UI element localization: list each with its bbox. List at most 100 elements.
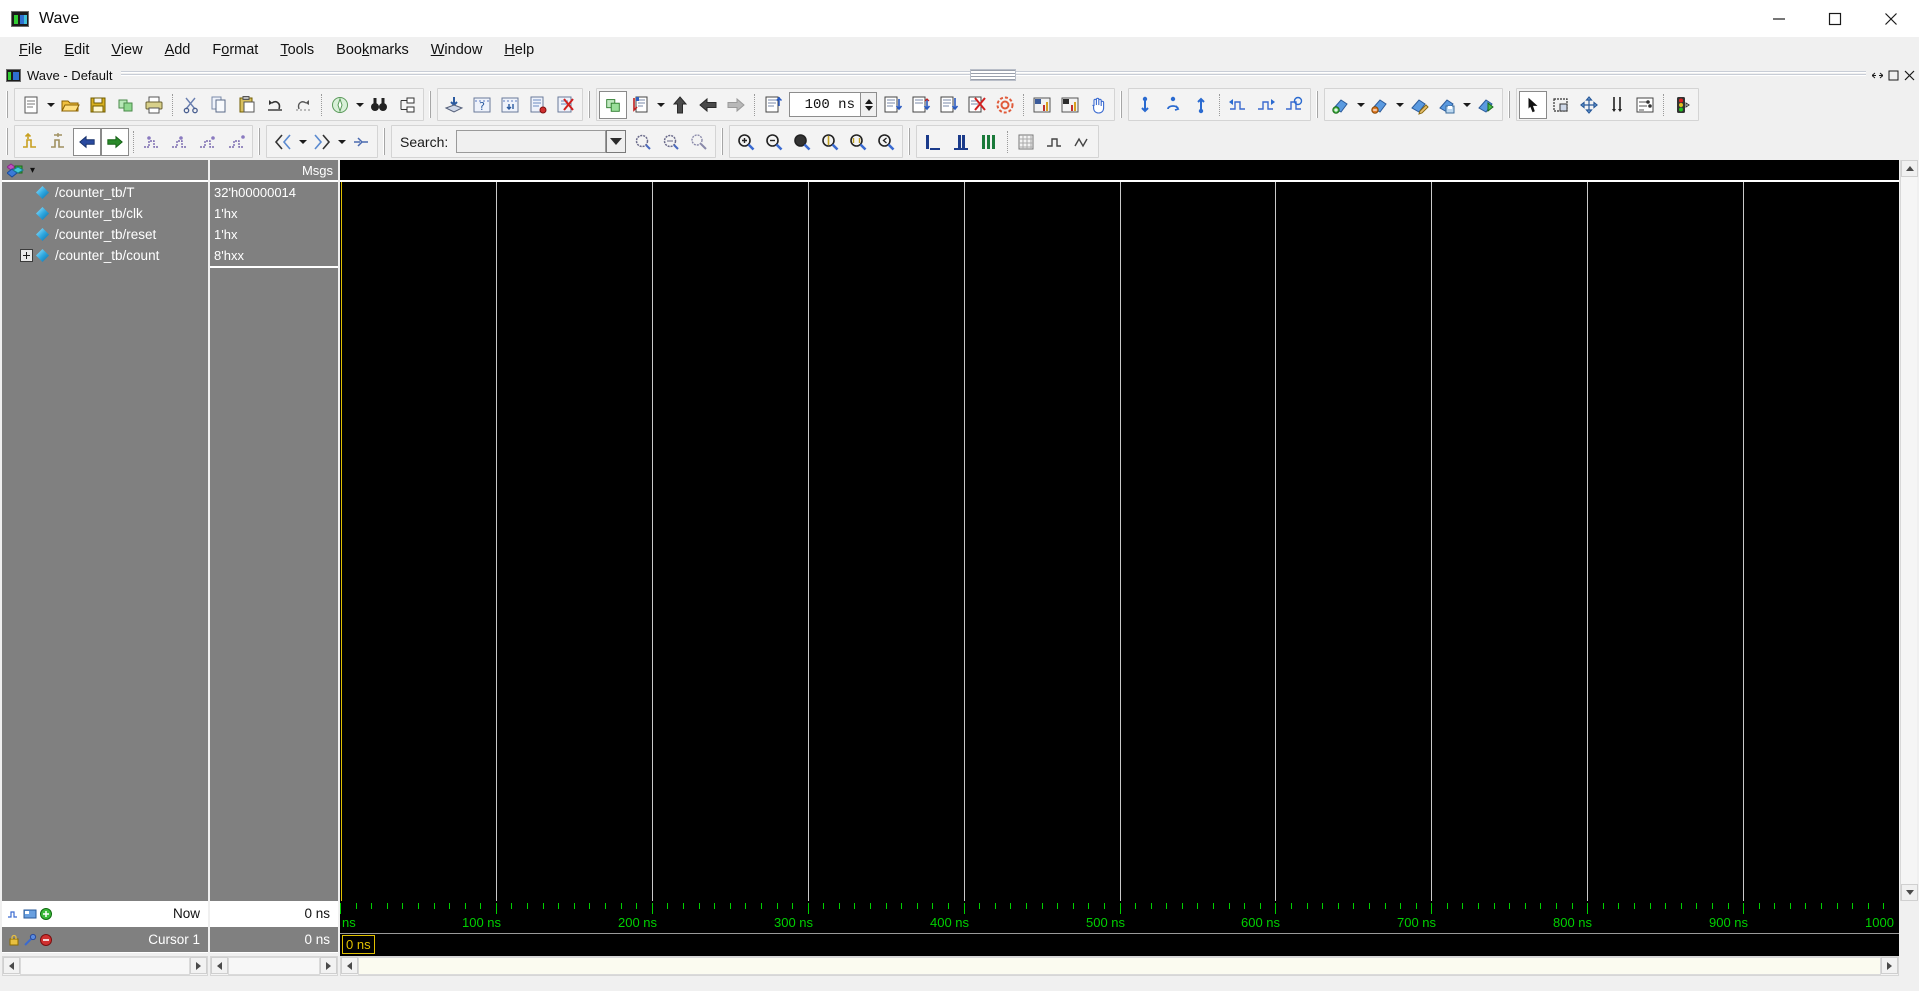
wave-cut-icon[interactable] xyxy=(138,128,166,156)
objects-dropdown-caret[interactable]: ▾ xyxy=(30,165,35,176)
signal-row-2[interactable]: /counter_tb/reset xyxy=(2,224,208,245)
mdi-close-button[interactable] xyxy=(1902,68,1917,83)
wave-copy-icon[interactable] xyxy=(166,128,194,156)
toolbar-grip-waveedit[interactable] xyxy=(5,128,12,155)
copy-icon[interactable] xyxy=(205,91,233,119)
search-next-icon[interactable] xyxy=(657,128,685,156)
traffic-light-icon[interactable] xyxy=(1668,91,1696,119)
value-scroll-left-button[interactable] xyxy=(211,957,228,974)
add-bookmark-caret[interactable] xyxy=(1355,91,1366,119)
analog-step-icon[interactable] xyxy=(1040,128,1068,156)
signal-row-3[interactable]: /counter_tb/count xyxy=(2,245,208,266)
new-document-caret[interactable] xyxy=(45,91,56,119)
value-scroll-right-button[interactable] xyxy=(320,957,337,974)
signal-row-1[interactable]: /counter_tb/clk xyxy=(2,203,208,224)
delete-cursor-icon[interactable] xyxy=(39,933,53,947)
format-left-icon[interactable] xyxy=(919,128,947,156)
toolbar-grip-compare[interactable] xyxy=(257,128,264,155)
signal-name-header[interactable]: ▾ xyxy=(2,160,208,182)
name-pane-hscrollbar[interactable] xyxy=(2,956,208,976)
search-combobox[interactable] xyxy=(456,130,627,153)
name-scroll-thumb[interactable] xyxy=(20,957,190,975)
cursor-mode-icon[interactable] xyxy=(1603,91,1631,119)
waveform-vertical-scrollbar[interactable] xyxy=(1900,160,1918,901)
edit-bookmark-icon[interactable] xyxy=(1405,91,1433,119)
left-arrow-icon[interactable] xyxy=(694,91,722,119)
toolbar-grip-zoom[interactable] xyxy=(720,128,728,155)
undo-arrow-icon[interactable] xyxy=(261,91,289,119)
zoom-range-icon[interactable] xyxy=(844,128,872,156)
reload-icon[interactable] xyxy=(112,91,140,119)
wave-scroll-thumb[interactable] xyxy=(358,957,1881,975)
paste-icon[interactable] xyxy=(233,91,261,119)
cursor-row[interactable]: Cursor 1 xyxy=(2,927,208,953)
toolbar-grip-file[interactable] xyxy=(5,91,12,118)
cursor-value-row[interactable]: 0 ns xyxy=(210,927,338,953)
insert-cursor-icon[interactable] xyxy=(1131,91,1159,119)
wave-shift-left-icon[interactable] xyxy=(73,127,101,156)
stop-run-icon[interactable] xyxy=(963,91,991,119)
prev-transition-icon[interactable] xyxy=(1224,91,1252,119)
minimize-button[interactable] xyxy=(1751,0,1807,37)
run-all-icon[interactable] xyxy=(879,91,907,119)
menu-item-edit[interactable]: Edit xyxy=(53,39,100,61)
analog-interp-icon[interactable] xyxy=(1068,128,1096,156)
mdi-restore-button[interactable] xyxy=(1870,68,1885,83)
wave-pane-hscrollbar[interactable] xyxy=(340,956,1899,976)
cursor-up-icon[interactable] xyxy=(1187,91,1215,119)
new-document-icon[interactable] xyxy=(17,91,45,119)
save-bookmark-icon[interactable] xyxy=(1433,91,1461,119)
mdi-maximize-button[interactable] xyxy=(1886,68,1901,83)
wave-append-icon[interactable] xyxy=(45,128,73,156)
waveform-canvas[interactable] xyxy=(340,182,1899,901)
format-center-icon[interactable] xyxy=(947,128,975,156)
load-design-icon[interactable] xyxy=(440,91,468,119)
binoculars-icon[interactable] xyxy=(365,91,393,119)
insert-bp-icon[interactable] xyxy=(627,91,655,119)
save-disk-icon[interactable] xyxy=(84,91,112,119)
wave-extend-icon[interactable] xyxy=(222,128,250,156)
cursor-link-icon[interactable] xyxy=(1159,91,1187,119)
group-icon[interactable] xyxy=(599,90,627,119)
scroll-down-button[interactable] xyxy=(1901,884,1918,901)
menu-item-tools[interactable]: Tools xyxy=(269,39,325,61)
remove-bookmark-caret[interactable] xyxy=(1394,91,1405,119)
run-length-spinner[interactable] xyxy=(861,92,877,117)
redo-arrow-icon[interactable] xyxy=(289,91,317,119)
open-folder-icon[interactable] xyxy=(56,91,84,119)
continue-run-icon[interactable] xyxy=(907,91,935,119)
add-bookmark-icon[interactable] xyxy=(1327,91,1355,119)
zoom-select-icon[interactable] xyxy=(1547,91,1575,119)
pan-move-icon[interactable] xyxy=(1575,91,1603,119)
wave-insert-icon[interactable] xyxy=(17,128,45,156)
compile-icon[interactable] xyxy=(326,91,354,119)
zoom-last-icon[interactable] xyxy=(872,128,900,156)
hand-icon[interactable] xyxy=(1084,91,1112,119)
break-icon[interactable] xyxy=(524,91,552,119)
menu-item-view[interactable]: View xyxy=(100,39,153,61)
msgs-header[interactable]: Msgs xyxy=(210,160,338,182)
toolbar-grip-format[interactable] xyxy=(907,128,915,155)
add-marker-icon[interactable] xyxy=(39,907,53,921)
close-button[interactable] xyxy=(1863,0,1919,37)
mdi-drag-grip[interactable] xyxy=(120,69,1866,81)
up-arrow-icon[interactable] xyxy=(666,91,694,119)
end-sim-icon[interactable] xyxy=(552,91,580,119)
lock-cursor-icon[interactable] xyxy=(7,933,21,947)
remove-bookmark-icon[interactable] xyxy=(1366,91,1394,119)
printer-icon[interactable] xyxy=(140,91,168,119)
mdi-drag-handle[interactable] xyxy=(970,69,1017,81)
find-transition-icon[interactable] xyxy=(1280,91,1308,119)
properties-icon[interactable] xyxy=(393,91,421,119)
value-pane-hscrollbar[interactable] xyxy=(210,956,338,976)
toolbar-grip-cursor[interactable] xyxy=(1119,91,1126,118)
wave-marker-icon[interactable] xyxy=(7,907,21,921)
break-sim-icon[interactable] xyxy=(991,91,1019,119)
run-length-field[interactable] xyxy=(789,92,861,117)
run-step-icon[interactable] xyxy=(935,91,963,119)
next-transition-icon[interactable] xyxy=(1252,91,1280,119)
step-sim-icon[interactable] xyxy=(496,91,524,119)
zoom-full-icon[interactable] xyxy=(788,128,816,156)
zoom-out-icon[interactable] xyxy=(760,128,788,156)
goto-bookmark-icon[interactable] xyxy=(1472,91,1500,119)
